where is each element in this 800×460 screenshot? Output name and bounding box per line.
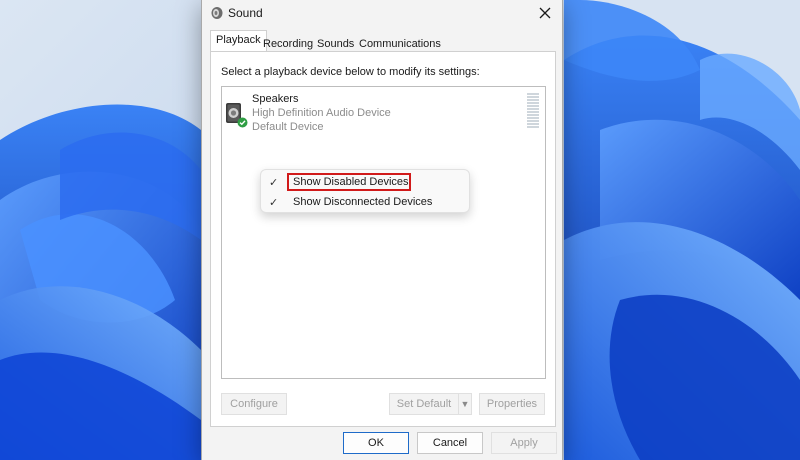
apply-button[interactable]: Apply — [491, 432, 557, 454]
set-default-button[interactable]: Set Default — [389, 393, 459, 415]
dialog-footer: OK Cancel Apply — [202, 428, 562, 460]
checkmark-icon: ✓ — [269, 197, 279, 209]
device-item-speakers[interactable]: Speakers High Definition Audio Device De… — [224, 91, 524, 135]
speaker-icon — [210, 6, 224, 20]
tab-communications[interactable]: Communications — [359, 38, 441, 50]
device-description: High Definition Audio Device — [252, 107, 391, 119]
tab-strip: Playback Recording Sounds Communications — [210, 30, 556, 52]
device-name: Speakers — [252, 93, 299, 105]
device-status: Default Device — [252, 121, 324, 133]
tab-playback[interactable]: Playback — [210, 30, 267, 52]
tab-sounds[interactable]: Sounds — [317, 38, 354, 50]
check-badge-icon — [237, 117, 248, 131]
menu-item-show-disabled-devices[interactable]: ✓ Show Disabled Devices — [261, 172, 469, 192]
chevron-down-icon: ▼ — [460, 399, 470, 409]
properties-button[interactable]: Properties — [479, 393, 545, 415]
instruction-text: Select a playback device below to modify… — [221, 66, 480, 78]
playback-panel: Select a playback device below to modify… — [210, 51, 556, 427]
sound-dialog: Sound Playback Recording Sounds Communic… — [201, 0, 563, 460]
ok-button[interactable]: OK — [343, 432, 409, 454]
context-menu: ✓ Show Disabled Devices ✓ Show Disconnec… — [260, 169, 470, 213]
device-list[interactable]: Speakers High Definition Audio Device De… — [221, 86, 546, 379]
tab-recording[interactable]: Recording — [263, 38, 313, 50]
title-bar[interactable]: Sound — [202, 0, 562, 28]
menu-item-label: Show Disconnected Devices — [293, 196, 433, 208]
checkmark-icon: ✓ — [269, 177, 279, 189]
annotation-highlight-box — [287, 173, 411, 191]
volume-level-meter — [527, 93, 539, 129]
close-icon — [539, 7, 551, 22]
cancel-button[interactable]: Cancel — [417, 432, 483, 454]
configure-button[interactable]: Configure — [221, 393, 287, 415]
set-default-dropdown-button[interactable]: ▼ — [458, 393, 472, 415]
dialog-title: Sound — [228, 6, 263, 20]
close-button[interactable] — [528, 0, 562, 28]
menu-item-show-disconnected-devices[interactable]: ✓ Show Disconnected Devices — [261, 192, 469, 212]
